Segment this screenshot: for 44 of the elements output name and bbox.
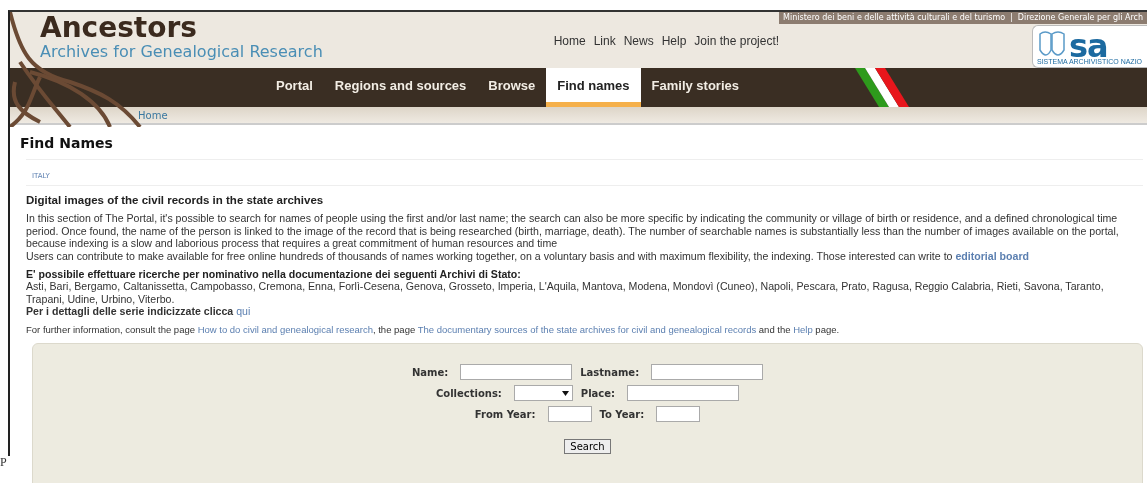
input-field[interactable] [651, 364, 764, 381]
input-field[interactable] [627, 385, 740, 402]
caret-icon [561, 390, 569, 396]
top-link[interactable]: Link [593, 34, 616, 48]
field-label: To Year: [599, 408, 645, 420]
further-info: For further information, consult the page How to do civil and genealogical research, the page The documentary sources of the state archives for civil and genealogical records and the Help page. [26, 323, 841, 337]
top-link[interactable]: News [623, 34, 654, 48]
field-label: Name: [411, 366, 449, 378]
nav-tab[interactable]: Find names [546, 68, 641, 107]
search-button[interactable]: Search [564, 439, 611, 455]
text-link[interactable]: qui [236, 305, 251, 318]
page-title: Find Names [20, 135, 114, 151]
collections-dropdown[interactable] [513, 385, 573, 402]
section-title: Digital images of the civil records in the state archives [26, 194, 325, 207]
text-link[interactable]: How to do civil and genealogical research [197, 323, 373, 335]
archives-heading: E' possibile effettuare ricerche per nominativo nella documentazione dei seguenti Archivi di Stato: [26, 268, 522, 281]
top-link[interactable]: Home [553, 34, 586, 48]
top-link[interactable]: Help [661, 34, 687, 48]
nav-tab[interactable]: Portal [265, 68, 324, 107]
archives-list: Asti, Bari, Bergamo, Caltanissetta, Campobasso, Cremona, Enna, Forlì-Cesena, Genova, Grosseto, Imperia, L'Aquila, Mantova, Modena, Mondovì (Cuneo), Napoli, Pescara, Prato, Ragusa, Reggio Calabria, Rieti, Savona, Taranto, Trapani, Udine, Urbino, Viterbo. [26, 280, 1137, 306]
text-link[interactable]: Help [793, 323, 813, 335]
stray-text: P [0, 455, 7, 470]
site-title: Ancestors [40, 14, 198, 42]
nav-tab[interactable]: Browse [477, 68, 547, 107]
field-label: Place: [580, 387, 616, 399]
input-field[interactable] [547, 406, 592, 423]
field-label: Collections: [435, 387, 502, 399]
separator-icon: | [1010, 13, 1013, 23]
field-label: Lastname: [580, 366, 640, 378]
site-subtitle: Archives for Genealogical Research [40, 42, 324, 62]
ministry-link[interactable]: Ministero dei beni e delle attività culturali e del turismo [783, 13, 1006, 23]
paragraph: In this section of The Portal, it's possible to search for names of people using the first and/or last name; the search can also be more specific by indicating the community or village of birth or residence, and a defined chronological time period. Once found, the name of the person is linked to the image of the record that is being researched (birth, marriage, death). The number of searchable names is substantially less than the number of images available on the portal, because indexing is a slow and laborious process that requires a great commitment of human resources and time [26, 212, 1120, 250]
breadcrumb-link[interactable]: Home [138, 109, 168, 121]
top-link[interactable]: Join the project! [694, 34, 780, 48]
input-field[interactable] [656, 406, 701, 423]
nav-tab[interactable]: Regions and sources [323, 68, 478, 107]
details-line: Per i dettagli delle serie indicizzate clicca qui [26, 305, 252, 318]
paragraph: Users can contribute to make available for free online hundreds of thousands of names working together, on a voluntary basis and with maximum flexibility, the indexing. Those interested can write to editorial board [26, 249, 1030, 263]
ministry-link[interactable]: Direzione Generale per gli Arch [1017, 13, 1143, 23]
field-label: From Year: [474, 408, 536, 420]
input-field[interactable] [460, 364, 573, 381]
nav-tab[interactable]: Family stories [640, 68, 750, 107]
text-link[interactable]: The documentary sources of the state archives for civil and genealogical records [417, 323, 757, 335]
text-link[interactable]: editorial board [955, 249, 1029, 262]
